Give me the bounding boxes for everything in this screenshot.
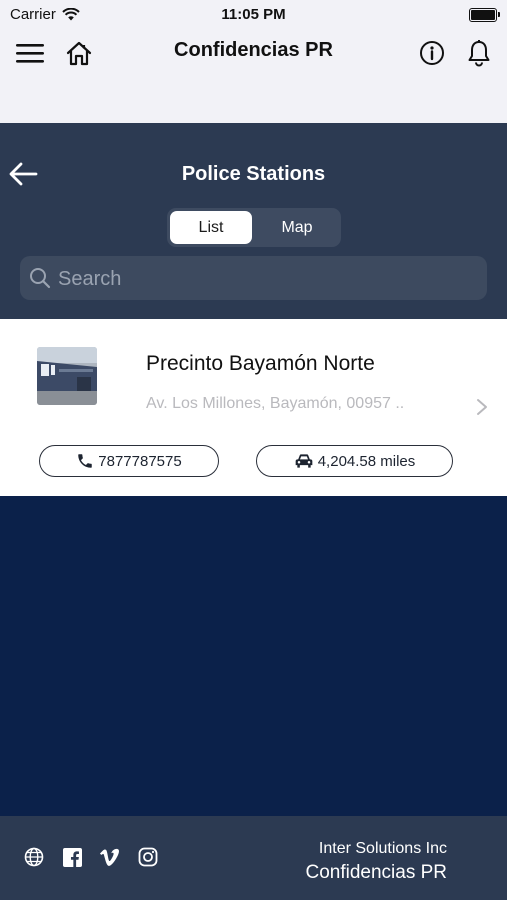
phone-icon <box>78 454 93 468</box>
facebook-icon[interactable] <box>61 846 83 868</box>
globe-icon[interactable] <box>23 846 45 868</box>
top-nav: Confidencias PR <box>0 28 507 123</box>
footer: Inter Solutions Inc Confidencias PR <box>0 816 507 900</box>
list-item[interactable]: Precinto Bayamón Norte Av. Los Millones,… <box>0 319 507 496</box>
tab-map[interactable]: Map <box>256 211 338 244</box>
info-icon[interactable] <box>416 38 448 68</box>
page-header: Police Stations List Map <box>0 123 507 319</box>
station-distance: 4,204.58 miles <box>317 452 416 470</box>
bell-icon[interactable] <box>463 38 495 68</box>
call-button[interactable]: 7877787575 <box>39 445 219 477</box>
search-icon <box>30 268 51 289</box>
tab-list[interactable]: List <box>170 211 252 244</box>
vimeo-icon[interactable] <box>99 846 121 868</box>
view-toggle: List Map <box>167 208 341 247</box>
status-time: 11:05 PM <box>221 6 286 23</box>
chevron-right-icon[interactable] <box>474 397 490 417</box>
instagram-icon[interactable] <box>137 846 159 868</box>
car-icon <box>295 454 313 468</box>
station-name: Precinto Bayamón Norte <box>146 352 375 375</box>
battery-icon <box>469 8 500 22</box>
search-bar <box>20 256 487 302</box>
footer-company: Inter Solutions Inc <box>318 840 447 857</box>
station-address: Av. Los Millones, Bayamón, 00957 .. <box>146 395 405 412</box>
directions-button[interactable]: 4,204.58 miles <box>256 445 453 477</box>
page-title: Police Stations <box>181 163 326 185</box>
search-input[interactable] <box>56 256 480 302</box>
status-bar: Carrier 11:05 PM <box>0 0 507 28</box>
station-phone: 7877787575 <box>98 452 182 470</box>
footer-app-name: Confidencias PR <box>305 862 447 883</box>
station-thumbnail <box>37 347 97 405</box>
